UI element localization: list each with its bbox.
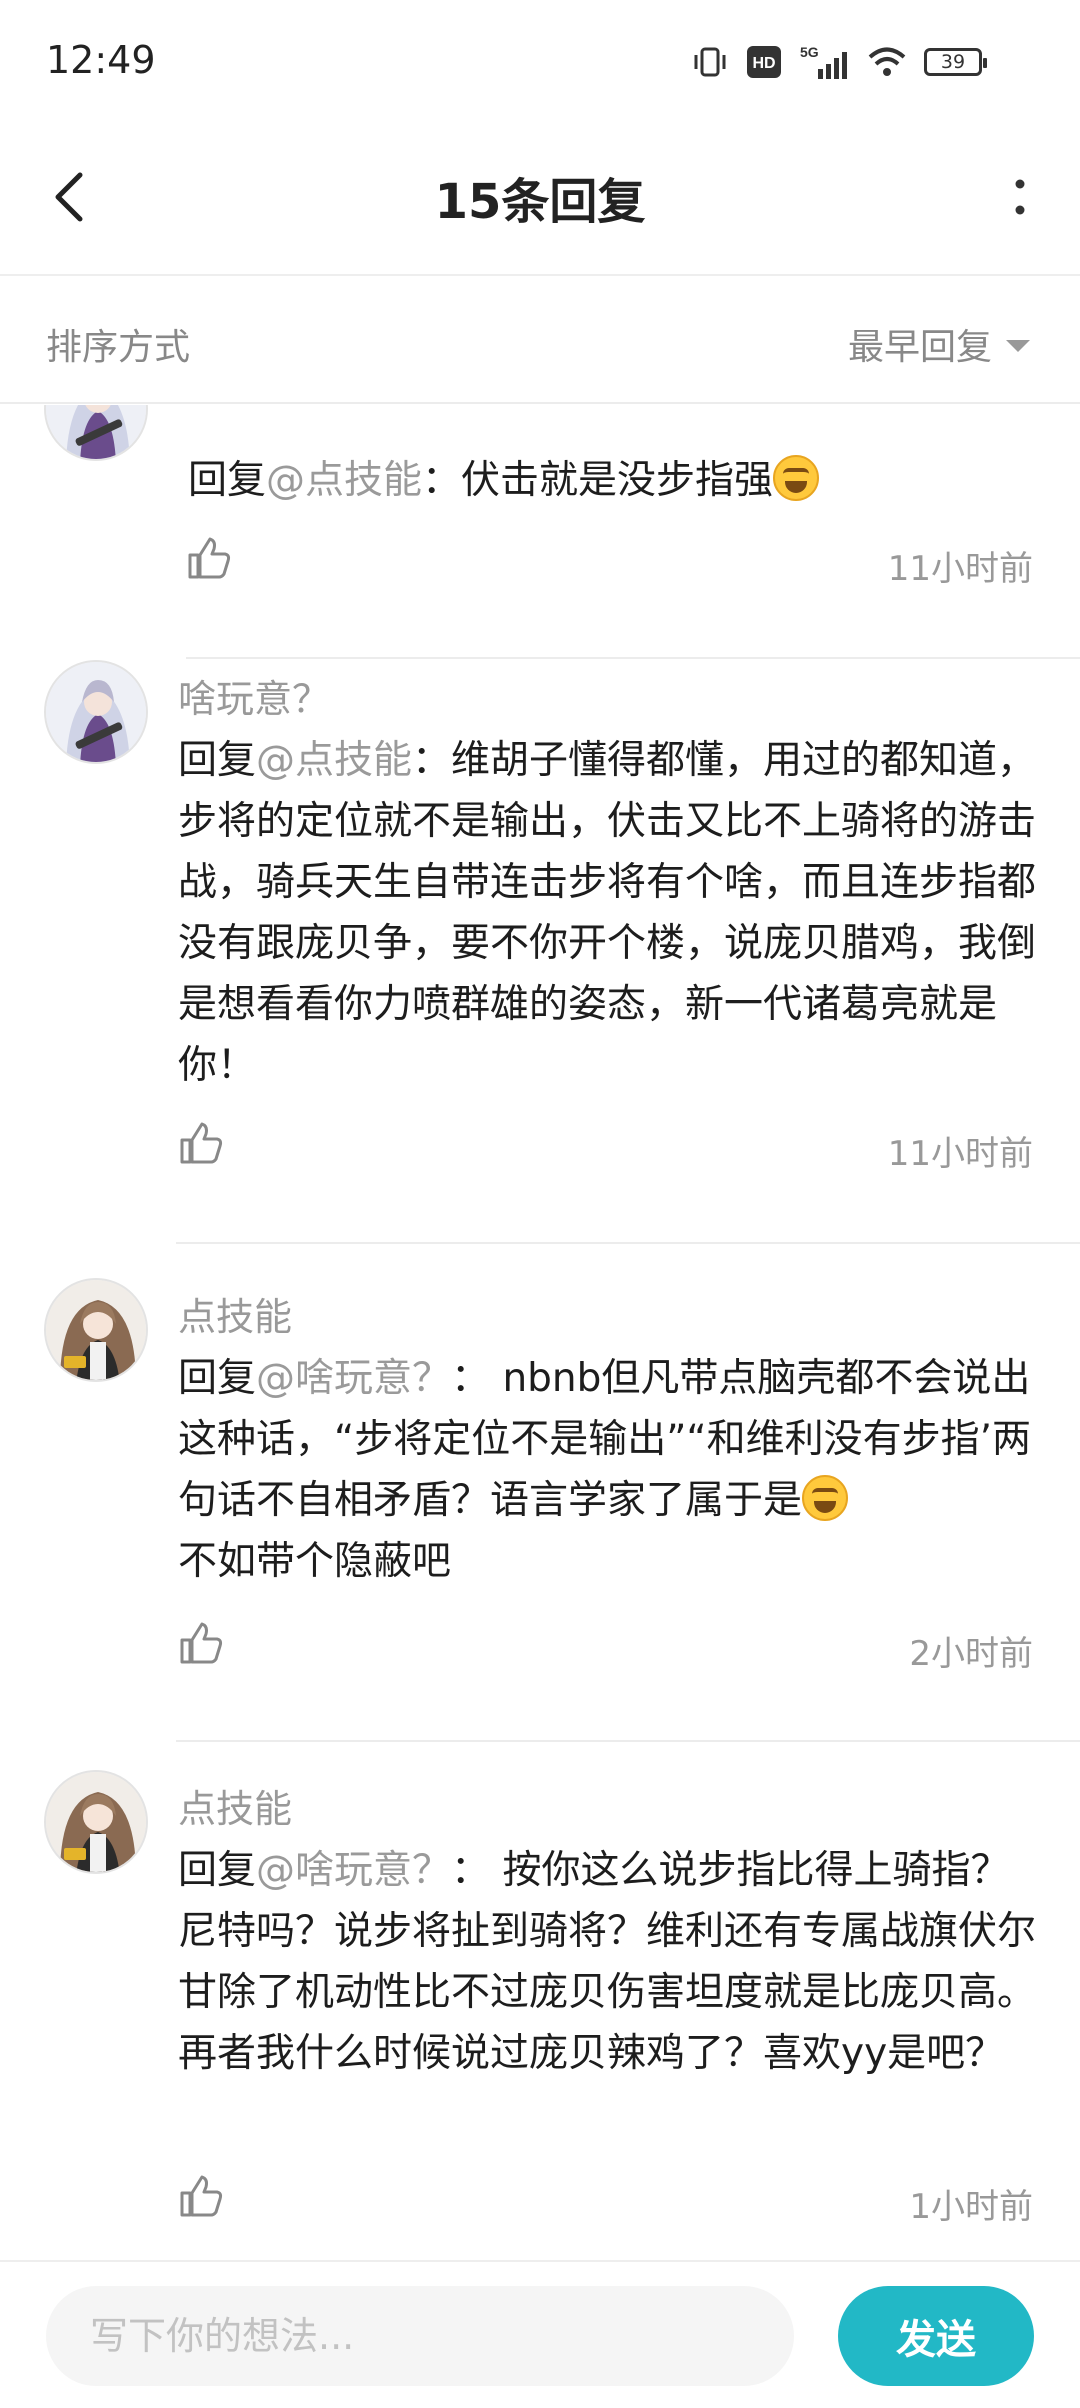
list-item: 啥玩意？ 回复@点技能：维胡子懂得都懂，用过的都知道，步将的定位就不是输出，伏击… — [0, 660, 1080, 1280]
battery-icon: 39 — [924, 48, 987, 76]
wifi-icon — [868, 46, 906, 78]
comment-text: 维胡子懂得都懂，用过的都知道，步将的定位就不是输出，伏击又比不上骑将的游击战，骑… — [178, 738, 1037, 1088]
mention-link[interactable]: @啥玩意？ — [256, 1356, 451, 1401]
status-icons: HD 5G 39 — [692, 42, 987, 82]
comment-input[interactable] — [46, 2286, 794, 2386]
caret-down-icon — [1006, 340, 1030, 352]
comment-time: 1小时前 — [909, 2187, 1033, 2227]
comment-text: 伏击就是没步指强 — [461, 458, 774, 503]
separator: ： — [451, 1356, 491, 1401]
sort-dropdown[interactable]: 最早回复 — [848, 318, 1030, 370]
signal-5g-icon: 5G — [800, 43, 850, 81]
reply-prefix: 回复 — [178, 738, 257, 783]
network-label: 5G — [800, 44, 819, 60]
comment-body: 回复@点技能：维胡子懂得都懂，用过的都知道，步将的定位就不是输出，伏击又比不上骑… — [178, 730, 1038, 1096]
list-item: 点技能 回复@啥玩意？： nbnb但凡带点脑壳都不会说出这种话，“步将定位不是输… — [0, 1278, 1080, 1778]
avatar[interactable] — [44, 1278, 148, 1382]
avatar[interactable] — [44, 405, 148, 461]
send-button[interactable]: 发送 — [838, 2286, 1034, 2386]
sort-selected-value: 最早回复 — [847, 327, 992, 368]
comment-author[interactable]: 点技能 — [178, 1778, 292, 1833]
list-item: 点技能 回复@啥玩意？： 按你这么说步指比得上骑指？尼特吗？说步将扯到骑将？维利… — [0, 1770, 1080, 2260]
like-icon[interactable] — [178, 1620, 224, 1666]
comment-time: 11小时前 — [887, 549, 1033, 589]
divider — [176, 1242, 1080, 1244]
reply-list[interactable]: 回复@点技能：伏击就是没步指强 11小时前 啥玩意？ 回复@点技能：维胡子懂得都… — [0, 405, 1080, 2260]
more-vertical-icon[interactable] — [990, 162, 1050, 232]
status-time: 12:49 — [46, 38, 156, 82]
separator: ： — [451, 1848, 491, 1893]
divider — [186, 657, 1080, 659]
like-icon[interactable] — [186, 535, 232, 581]
mention-link[interactable]: @点技能 — [256, 738, 412, 783]
comment-text-continued: 不如带个隐蔽吧 — [178, 1539, 452, 1584]
divider — [176, 1740, 1080, 1742]
reply-prefix: 回复 — [178, 1848, 257, 1893]
comment-body: 回复@啥玩意？： 按你这么说步指比得上骑指？尼特吗？说步将扯到骑将？维利还有专属… — [178, 1840, 1038, 2084]
comment-time: 2小时前 — [909, 1634, 1033, 1674]
laughing-tears-emoji-icon — [802, 1475, 849, 1521]
reply-page: 12:49 HD 5G 39 15条回复 排序方式 最早回复 回复@点技能：伏击… — [0, 0, 1080, 2408]
reply-prefix: 回复 — [178, 1356, 257, 1401]
reply-prefix: 回复 — [188, 458, 267, 503]
comment-time: 11小时前 — [887, 1134, 1033, 1174]
mention-link[interactable]: @啥玩意？ — [256, 1848, 451, 1893]
comment-author[interactable]: 点技能 — [178, 1286, 292, 1341]
comment-composer: 发送 — [0, 2260, 1080, 2408]
comment-author[interactable]: 啥玩意？ — [178, 668, 330, 723]
like-icon[interactable] — [178, 1120, 224, 1166]
comment-body: 回复@啥玩意？： nbnb但凡带点脑壳都不会说出这种话，“步将定位不是输出”“和… — [178, 1348, 1038, 1592]
sort-label: 排序方式 — [46, 327, 191, 368]
page-title: 15条回复 — [434, 174, 646, 230]
avatar[interactable] — [44, 1770, 148, 1874]
header: 15条回复 — [0, 120, 1080, 276]
sort-bar: 排序方式 最早回复 — [0, 278, 1080, 404]
hd-icon: HD — [746, 45, 782, 79]
separator: ： — [422, 458, 462, 503]
comment-body: 回复@点技能：伏击就是没步指强 — [188, 450, 1048, 511]
svg-text:HD: HD — [752, 55, 775, 72]
like-icon[interactable] — [178, 2173, 224, 2219]
status-bar: 12:49 HD 5G 39 — [0, 0, 1080, 120]
laughing-tears-emoji-icon — [773, 455, 820, 501]
separator: ： — [412, 738, 452, 783]
mention-link[interactable]: @点技能 — [266, 458, 422, 503]
avatar[interactable] — [44, 660, 148, 764]
vibrate-icon — [692, 44, 728, 80]
